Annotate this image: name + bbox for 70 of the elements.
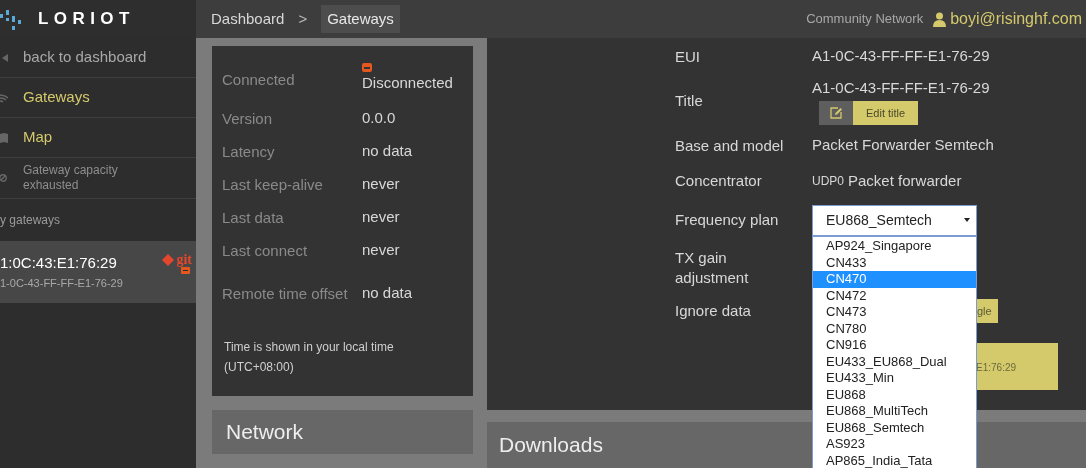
sidebar-link[interactable]: Gateways	[23, 86, 90, 109]
field-label: Last data	[222, 208, 285, 227]
dropdown-option[interactable]: CN472	[813, 287, 976, 304]
field-label: Base and model	[675, 135, 785, 156]
dropdown-option[interactable]: EU433_Min	[813, 370, 976, 387]
field-label: Connected	[222, 69, 296, 89]
field-value: never	[362, 240, 400, 261]
blocked-icon	[0, 172, 8, 184]
field-value: A1-0C-43-FF-FF-E1-76-29	[812, 46, 990, 67]
logo-text: LORIOT	[38, 8, 135, 31]
gateway-list-item[interactable]: 1:0C:43:E1:76:29 1-0C-43-FF-FF-E1-76-29 git	[0, 241, 196, 303]
field-value: Disconnected	[362, 73, 453, 94]
field-label: Last connect	[222, 241, 309, 260]
dropdown-option[interactable]: CN780	[813, 320, 976, 337]
map-icon	[0, 131, 8, 144]
git-label: git	[176, 253, 192, 267]
breadcrumb-link[interactable]: Dashboard	[211, 7, 285, 31]
dropdown-option[interactable]: EU868_MultiTech	[813, 403, 976, 420]
panel-title: Downloads	[499, 432, 603, 459]
edit-icon-button[interactable]	[819, 101, 853, 126]
user-link[interactable]: boyi@risinghf.com	[950, 7, 1082, 31]
git-icon	[162, 254, 175, 266]
field-value: no data	[362, 141, 413, 162]
toggle-button[interactable]: gle	[977, 299, 998, 323]
capacity-notice: Gateway capacity exhausted	[23, 163, 119, 193]
field-value: never	[362, 174, 400, 195]
field-label: Last keep-alive	[222, 175, 324, 194]
dropdown-option[interactable]: EU868_Semtech	[813, 419, 976, 436]
dropdown-option[interactable]: CN433	[813, 254, 976, 271]
field-label: Ignore data	[675, 301, 752, 321]
sidebar-link[interactable]: Map	[23, 126, 53, 149]
timezone-note: Time is shown in your local time (UTC+08:00)	[223, 339, 395, 376]
pencil-icon	[830, 107, 842, 120]
dropdown-option[interactable]: EU868	[813, 386, 976, 403]
gateway-name: 1:0C:43:E1:76:29	[0, 253, 118, 273]
network-label: Community Network	[806, 10, 924, 29]
breadcrumb-link[interactable]: Gateways	[321, 4, 400, 34]
caret-icon	[964, 218, 970, 222]
wifi-icon	[0, 91, 8, 104]
field-value: no data	[362, 282, 413, 303]
field-label: Title	[675, 91, 704, 111]
field-value: Packet forwarder	[848, 170, 962, 191]
dropdown-option[interactable]: EU433_EU868_Dual	[813, 353, 976, 370]
dropdown-option[interactable]: AP865_India_Tata	[813, 452, 976, 468]
field-label: Frequency plan	[675, 210, 780, 230]
user-icon	[933, 11, 947, 27]
field-value: Packet Forwarder Semtech	[812, 135, 994, 156]
dropdown-option[interactable]: CN916	[813, 337, 976, 354]
sidebar-link[interactable]: back to dashboard	[23, 46, 147, 69]
field-label: Concentrator	[675, 171, 763, 191]
gateway-eui: 1-0C-43-FF-FF-E1-76-29	[0, 276, 124, 291]
breadcrumb-separator: >	[298, 8, 308, 29]
dropdown-option[interactable]: AP924_Singapore	[813, 238, 976, 255]
field-label: Latency	[222, 142, 276, 161]
field-value: 0.0.0	[362, 108, 396, 129]
field-label: Version	[222, 109, 274, 128]
field-value: never	[362, 207, 400, 228]
frequency-plan-select[interactable]: EU868_Semtech	[812, 204, 977, 236]
field-label: TX gain adjustment	[675, 248, 750, 288]
field-value: A1-0C-43-FF-FF-E1-76-29	[812, 77, 990, 98]
panel-title: Network	[226, 419, 304, 446]
protocol-label: UDP0	[812, 173, 844, 190]
edit-title-button[interactable]: Edit title	[853, 101, 919, 126]
field-label: EUI	[675, 46, 701, 67]
card-text: E1:76:29	[976, 361, 1017, 375]
arrow-icon	[0, 51, 8, 64]
dropdown-option[interactable]: CN473	[813, 304, 976, 321]
dropdown-option[interactable]: AS923	[813, 436, 976, 453]
section-label: y gateways	[0, 212, 61, 229]
field-label: Remote time offset	[222, 283, 349, 303]
